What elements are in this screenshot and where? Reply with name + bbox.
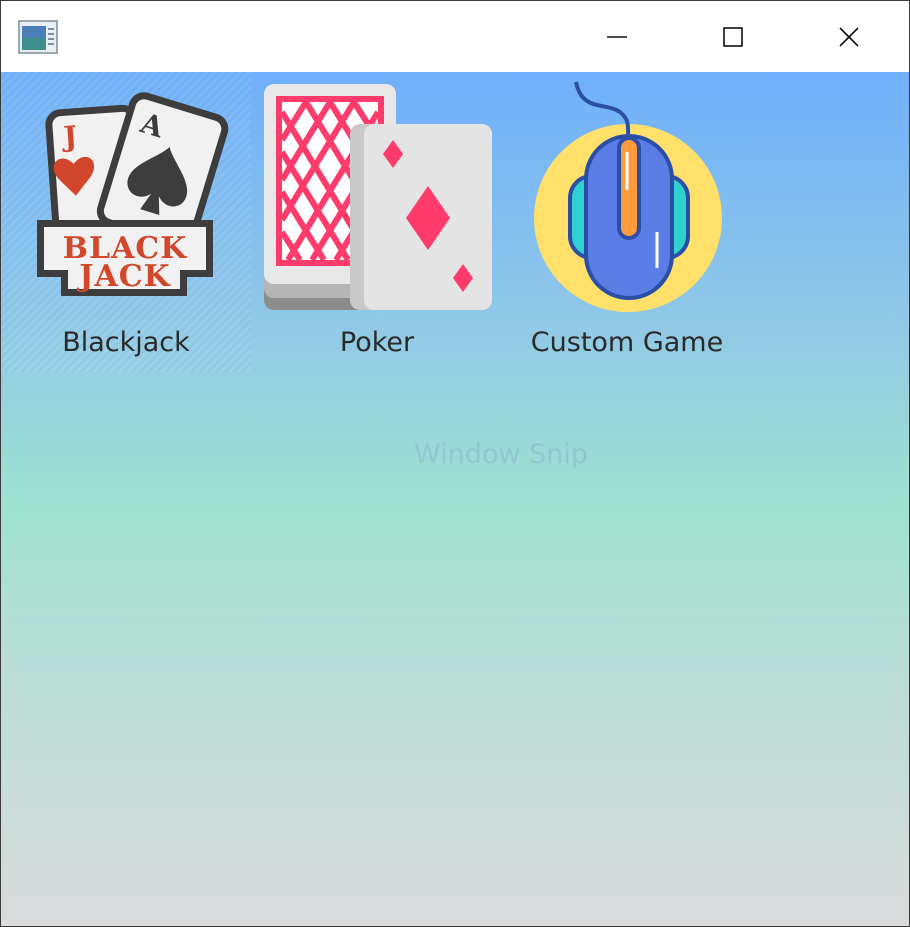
maximize-button[interactable]	[675, 1, 791, 72]
game-tile-blackjack[interactable]: J A BLACK JACK Blackjack	[1, 72, 251, 372]
app-window: J A BLACK JACK Blackjack Poker Custom Ga…	[0, 0, 910, 927]
svg-text:JACK: JACK	[76, 259, 170, 294]
blackjack-cards-icon: J A BLACK JACK	[37, 92, 229, 296]
maximize-icon	[723, 26, 743, 47]
close-button[interactable]	[791, 1, 907, 72]
title-bar[interactable]	[1, 1, 909, 72]
watermark-text: Window Snip	[414, 439, 588, 470]
computer-mouse-icon	[534, 81, 722, 312]
game-tile-poker[interactable]: Poker	[252, 72, 502, 372]
playing-cards-icon	[264, 84, 492, 310]
window-app-icon	[18, 20, 58, 54]
minimize-button[interactable]	[559, 1, 675, 72]
game-tile-custom-game[interactable]: Custom Game	[502, 72, 752, 372]
game-label-poker: Poker	[339, 327, 415, 358]
minimize-icon	[607, 35, 627, 38]
close-icon	[839, 26, 859, 47]
game-label-blackjack: Blackjack	[62, 327, 190, 358]
game-label-custom-game: Custom Game	[530, 327, 724, 358]
game-menu-area: J A BLACK JACK Blackjack Poker Custom Ga…	[1, 72, 909, 926]
